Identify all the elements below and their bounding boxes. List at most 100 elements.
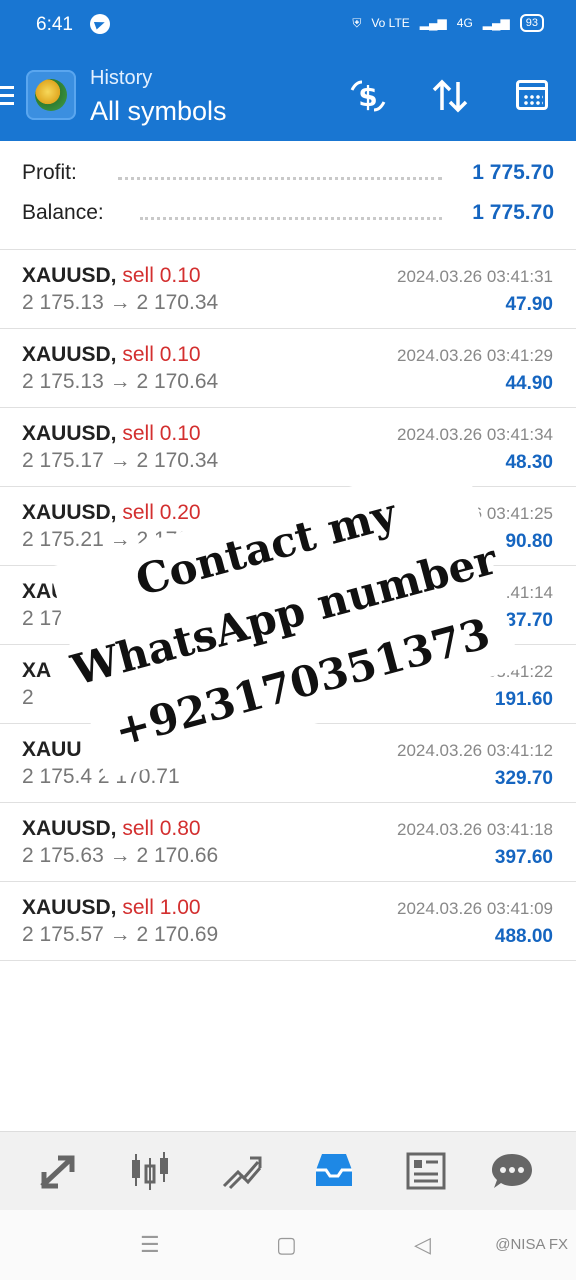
trade-open: 2 175.13 xyxy=(22,370,104,393)
trade-symbol: XA xyxy=(22,659,52,682)
trade-symbol-line: XAUUSD, sell 1.00 xyxy=(22,896,201,920)
trade-symbol-line: XAUUSD, sell 0.10 xyxy=(22,343,201,367)
bottom-navigation xyxy=(0,1131,576,1210)
home-icon[interactable]: ▢ xyxy=(276,1232,297,1258)
trade-side: sell 0.10 xyxy=(122,422,201,445)
trade-time: 2024.03.26 03:41:29 xyxy=(397,346,553,365)
trade-side: sell 1.00 xyxy=(122,896,201,919)
quotes-icon[interactable] xyxy=(36,1150,80,1192)
status-bar: 6:41 ⛨ Vo LTE ▂▄▆ 4G ▂▄▆ 93 xyxy=(0,0,576,50)
profit-value: 1 775.70 xyxy=(472,161,554,184)
trade-symbol-line: XAUUSD, sell 0.20 xyxy=(22,501,201,525)
trade-profit: 90.80 xyxy=(505,531,553,552)
trade-prices: 2 175.13 → 2 170.64 xyxy=(22,370,218,394)
header-subtitle: History xyxy=(90,67,153,89)
trade-open: 2 175.63 xyxy=(22,844,104,867)
trade-time: 2024.03.26 03:41:12 xyxy=(397,741,553,760)
trade-symbol: XAUUSD, xyxy=(22,343,117,366)
history-icon[interactable] xyxy=(312,1150,356,1192)
trade-close: 2 170.69 xyxy=(136,923,219,946)
trade-time: 2024.03.26 03:41:18 xyxy=(397,820,553,839)
trade-symbol-line: XAUUSD, sell 0.10 xyxy=(22,422,201,446)
trade-row[interactable]: XAUUSD, sell 0.10 2 175.13 → 2 170.64 20… xyxy=(0,329,576,408)
trade-profit: 44.90 xyxy=(505,373,553,394)
trade-prices: 2 175.57 → 2 170.69 xyxy=(22,923,218,947)
trade-arrow: → xyxy=(109,370,131,393)
news-icon[interactable] xyxy=(404,1150,448,1192)
trade-arrow: → xyxy=(109,291,131,314)
calendar-icon[interactable] xyxy=(516,80,548,110)
profit-row: Profit: 1 775.70 xyxy=(22,161,554,201)
trade-prices: 2 175.17 → 2 170.34 xyxy=(22,449,218,473)
trade-profit: 329.70 xyxy=(494,768,553,789)
trade-symbol: XAUU xyxy=(22,738,82,761)
balance-value: 1 775.70 xyxy=(472,201,554,224)
trade-symbol: XAUUSD, xyxy=(22,422,117,445)
trade-open: 2 175.57 xyxy=(22,923,104,946)
trade-symbol: XAUUSD, xyxy=(22,501,117,524)
profit-label: Profit: xyxy=(22,161,77,184)
chart-icon[interactable] xyxy=(128,1150,172,1192)
sort-icon[interactable] xyxy=(428,74,472,118)
watermark: @NISA FX xyxy=(495,1236,568,1253)
shield-icon: ⛨ xyxy=(352,15,362,30)
network-type-label: 4G xyxy=(456,16,473,30)
trade-symbol-line: XAUU xyxy=(22,738,82,762)
trade-icon[interactable] xyxy=(220,1150,264,1192)
volte-label: Vo LTE xyxy=(371,16,410,30)
trade-side: sell 0.10 xyxy=(122,264,201,287)
trade-profit: 191.60 xyxy=(494,689,553,710)
trade-symbol: XAUUSD, xyxy=(22,264,117,287)
trade-row[interactable]: XAUUSD, sell 0.10 2 175.13 → 2 170.34 20… xyxy=(0,250,576,329)
trade-prices: 2 xyxy=(22,686,34,710)
trade-side: sell 0.10 xyxy=(122,343,201,366)
balance-row: Balance: 1 775.70 xyxy=(22,201,554,241)
trade-arrow: → xyxy=(109,449,131,472)
signal-icon-2: ▂▄▆ xyxy=(482,16,510,30)
trade-profit: 48.30 xyxy=(505,452,553,473)
recents-icon[interactable]: ☰ xyxy=(140,1232,160,1258)
deposit-filter-icon[interactable]: $ xyxy=(346,74,390,118)
trade-symbol-line: XA xyxy=(22,659,51,683)
trade-row[interactable]: XAUUSD, sell 1.00 2 175.57 → 2 170.69 20… xyxy=(0,882,576,961)
trade-time: 2024.03.26 03:41:34 xyxy=(397,425,553,444)
dotted-leader xyxy=(118,177,442,180)
trade-profit: 397.60 xyxy=(494,847,553,868)
trade-symbol-line: XAUUSD, sell 0.80 xyxy=(22,817,201,841)
trade-close: 2 170.66 xyxy=(136,844,219,867)
trade-open: 2 175.17 xyxy=(22,449,104,472)
telegram-icon xyxy=(90,14,110,34)
app-bar: 6:41 ⛨ Vo LTE ▂▄▆ 4G ▂▄▆ 93 History All … xyxy=(0,0,576,141)
summary-panel: Profit: 1 775.70 Balance: 1 775.70 xyxy=(0,141,576,250)
messages-icon[interactable] xyxy=(490,1150,534,1192)
trade-arrow: → xyxy=(109,923,131,946)
trade-symbol-line: XAUUSD, sell 0.10 xyxy=(22,264,201,288)
header-title[interactable]: All symbols xyxy=(90,96,227,127)
trade-prices: 2 175.13 → 2 170.34 xyxy=(22,291,218,315)
trade-symbol: XAUUSD, xyxy=(22,896,117,919)
trade-open: 2 175.13 xyxy=(22,291,104,314)
trade-row[interactable]: XAUUSD, sell 0.80 2 175.63 → 2 170.66 20… xyxy=(0,803,576,882)
trade-time: 2024.03.26 03:41:31 xyxy=(397,267,553,286)
menu-icon[interactable] xyxy=(0,86,14,110)
trade-open: 2 175.4 xyxy=(22,765,93,788)
signal-icon: ▂▄▆ xyxy=(419,16,447,30)
trade-symbol: XAUUSD, xyxy=(22,817,117,840)
svg-text:$: $ xyxy=(358,80,377,113)
trade-time: 2024.03.26 03:41:09 xyxy=(397,899,553,918)
trade-row[interactable]: XAUUSD, sell 0.10 2 175.17 → 2 170.34 20… xyxy=(0,408,576,487)
dotted-leader xyxy=(140,217,442,220)
trade-profit: 488.00 xyxy=(494,926,553,947)
status-time: 6:41 xyxy=(36,14,73,35)
app-logo xyxy=(26,70,76,120)
trade-prices: 2 175.63 → 2 170.66 xyxy=(22,844,218,868)
trade-arrow: → xyxy=(109,844,131,867)
trade-side: sell 0.80 xyxy=(122,817,201,840)
back-icon[interactable]: ◁ xyxy=(414,1232,431,1258)
trade-profit: 47.90 xyxy=(505,294,553,315)
battery-indicator: 93 xyxy=(519,14,544,32)
trade-close: 2 170.34 xyxy=(136,291,219,314)
status-icons: ⛨ Vo LTE ▂▄▆ 4G ▂▄▆ 93 xyxy=(352,14,544,32)
balance-label: Balance: xyxy=(22,201,104,224)
system-navigation-bar: ☰ ▢ ◁ xyxy=(0,1210,576,1280)
